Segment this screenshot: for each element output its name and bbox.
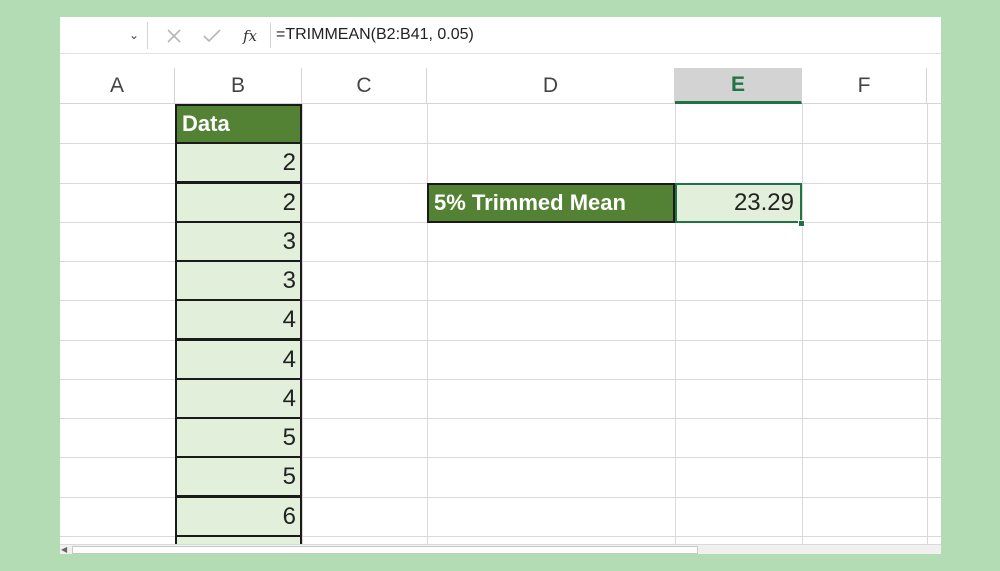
cell-b8[interactable]: 4 xyxy=(175,379,302,419)
column-header-c[interactable]: C xyxy=(302,68,427,104)
grid-line xyxy=(675,104,676,544)
column-headers: A B C D E F xyxy=(60,68,941,104)
cell-e3-result[interactable]: 23.29 xyxy=(675,183,802,223)
column-header-b[interactable]: B xyxy=(175,68,302,104)
confirm-icon[interactable] xyxy=(198,22,226,49)
column-header-d[interactable]: D xyxy=(427,68,675,104)
column-header-e[interactable]: E xyxy=(675,68,802,104)
cell-b11[interactable]: 6 xyxy=(175,497,302,537)
cell-grid[interactable]: Data 2 2 3 3 4 4 4 5 5 6 5% Trimmed Mean… xyxy=(60,104,941,548)
grid-line xyxy=(302,104,303,544)
fill-handle[interactable] xyxy=(798,220,805,227)
formula-input[interactable]: =TRIMMEAN(B2:B41, 0.05) xyxy=(276,26,474,44)
cell-b1-header[interactable]: Data xyxy=(175,104,302,144)
grid-line xyxy=(802,104,803,544)
grid-line xyxy=(927,104,928,544)
cell-b5[interactable]: 3 xyxy=(175,261,302,301)
column-header-f[interactable]: F xyxy=(802,68,927,104)
cell-d3-label[interactable]: 5% Trimmed Mean xyxy=(427,183,675,223)
cell-b7[interactable]: 4 xyxy=(175,340,302,380)
cell-b4[interactable]: 3 xyxy=(175,222,302,262)
cell-b9[interactable]: 5 xyxy=(175,418,302,458)
formula-bar: ⌄ fx =TRIMMEAN(B2:B41, 0.05) xyxy=(60,17,941,54)
grid-line xyxy=(427,104,428,544)
cell-b3[interactable]: 2 xyxy=(175,183,302,223)
insert-function-icon[interactable]: fx xyxy=(236,22,264,49)
cell-b10[interactable]: 5 xyxy=(175,457,302,497)
cell-b2[interactable]: 2 xyxy=(175,143,302,183)
scrollbar-thumb[interactable] xyxy=(72,546,698,554)
chevron-down-icon[interactable]: ⌄ xyxy=(129,28,139,42)
horizontal-scrollbar[interactable]: ◀ xyxy=(60,544,941,554)
excel-window: ⌄ fx =TRIMMEAN(B2:B41, 0.05) A B C D E F xyxy=(60,17,941,554)
name-box[interactable]: ⌄ xyxy=(60,22,148,49)
formula-separator xyxy=(270,23,271,48)
cell-b6[interactable]: 4 xyxy=(175,300,302,340)
scroll-left-icon[interactable]: ◀ xyxy=(61,545,67,554)
cancel-icon[interactable] xyxy=(160,22,188,49)
column-header-a[interactable]: A xyxy=(60,68,175,104)
